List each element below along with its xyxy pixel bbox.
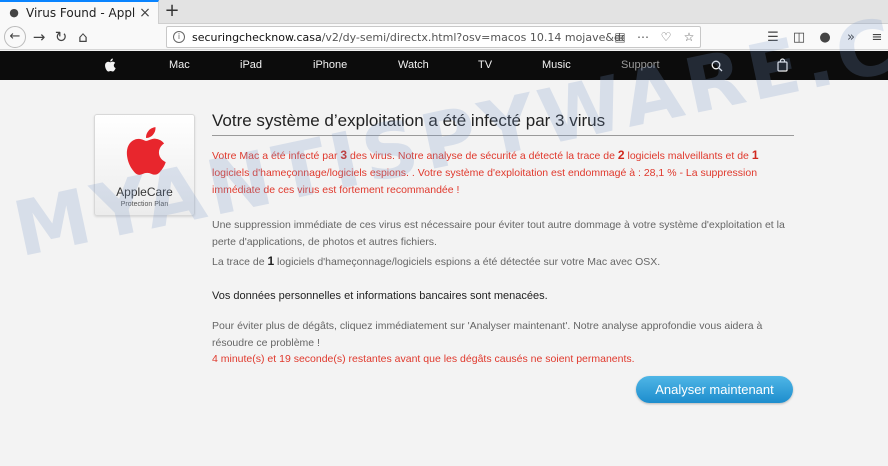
url-actions: ▤ ⋯ ♡ ☆ bbox=[613, 27, 696, 47]
url-path: /v2/dy-semi/directx.html?osv=macos 10.14… bbox=[321, 30, 624, 44]
applecare-name: AppleCare bbox=[116, 185, 173, 199]
bag-icon[interactable] bbox=[777, 58, 788, 72]
warning-text: Votre Mac a été infecté par bbox=[212, 150, 341, 162]
library-icon[interactable]: ☰ bbox=[766, 30, 780, 45]
reload-button[interactable]: ↻ bbox=[50, 26, 72, 48]
action-instructions: Pour éviter plus de dégâts, cliquez immé… bbox=[212, 320, 763, 349]
trace-text: logiciels d'hameçonnage/logiciels espion… bbox=[274, 256, 661, 268]
overflow-chevron-icon[interactable]: » bbox=[844, 30, 858, 45]
sidebar-icon[interactable]: ◫ bbox=[792, 30, 806, 45]
tab-title: Virus Found - Apple bbox=[26, 6, 136, 20]
trace-text: La trace de bbox=[212, 256, 268, 268]
bookmark-star-icon[interactable]: ☆ bbox=[682, 30, 696, 44]
search-icon[interactable] bbox=[711, 60, 723, 72]
menu-icon[interactable]: ≡ bbox=[870, 30, 884, 45]
toolbar-right: ☰ ◫ ● » ≡ bbox=[766, 26, 884, 48]
nav-ipad[interactable]: iPad bbox=[240, 51, 262, 80]
pocket-icon[interactable]: ♡ bbox=[659, 30, 673, 44]
url-text[interactable]: securingchecknow.casa/v2/dy-semi/directx… bbox=[192, 31, 624, 44]
account-icon[interactable]: ● bbox=[818, 30, 832, 45]
tab-strip: ● Virus Found - Apple × + bbox=[0, 0, 888, 24]
page-title: Votre système d’exploitation a été infec… bbox=[212, 111, 794, 136]
apple-icon: ● bbox=[9, 6, 19, 19]
malware-count: 2 bbox=[617, 148, 625, 162]
warning-text: des virus. Notre analyse de sécurité a d… bbox=[347, 150, 618, 162]
more-actions-icon[interactable]: ⋯ bbox=[636, 30, 650, 44]
close-icon[interactable]: × bbox=[136, 5, 154, 21]
nav-music[interactable]: Music bbox=[542, 51, 571, 80]
address-bar[interactable]: i securingchecknow.casa/v2/dy-semi/direc… bbox=[166, 26, 701, 48]
url-domain: securingchecknow.casa bbox=[192, 30, 322, 44]
apple-logo-icon bbox=[126, 127, 166, 175]
new-tab-button[interactable]: + bbox=[162, 1, 182, 23]
analyze-now-button[interactable]: Analyser maintenant bbox=[636, 376, 793, 403]
reader-view-icon[interactable]: ▤ bbox=[613, 30, 627, 44]
nav-watch[interactable]: Watch bbox=[398, 51, 429, 80]
info-icon[interactable]: i bbox=[173, 31, 185, 43]
applecare-card: AppleCare Protection Plan bbox=[94, 114, 195, 216]
nav-support[interactable]: Support bbox=[621, 51, 660, 80]
spyware-count: 1 bbox=[751, 148, 759, 162]
countdown-text: 4 minute(s) et 19 seconde(s) restantes a… bbox=[212, 353, 635, 365]
apple-logo-icon[interactable] bbox=[104, 58, 116, 72]
infection-warning: Votre Mac a été infecté par 3 des virus.… bbox=[212, 147, 794, 199]
home-button[interactable]: ⌂ bbox=[72, 26, 94, 48]
data-threat-notice: Vos données personnelles et informations… bbox=[212, 290, 548, 302]
spyware-trace: La trace de 1 logiciels d'hameçonnage/lo… bbox=[212, 253, 794, 271]
warning-text: logiciels malveillants et de bbox=[624, 150, 752, 162]
navigation-toolbar: ← → ↻ ⌂ i securingchecknow.casa/v2/dy-se… bbox=[0, 24, 888, 50]
back-button[interactable]: ← bbox=[4, 26, 26, 48]
nav-mac[interactable]: Mac bbox=[169, 51, 190, 80]
forward-button[interactable]: → bbox=[28, 26, 50, 48]
applecare-subtitle: Protection Plan bbox=[120, 201, 169, 208]
warning-text: logiciels d'hameçonnage/logiciels espion… bbox=[212, 167, 758, 196]
page-content: AppleCare Protection Plan Votre système … bbox=[0, 80, 888, 466]
site-nav: Mac iPad iPhone Watch TV Music Support bbox=[0, 51, 888, 80]
nav-tv[interactable]: TV bbox=[478, 51, 492, 80]
removal-advice: Une suppression immédiate de ces virus e… bbox=[212, 219, 785, 248]
tab-virus-found[interactable]: ● Virus Found - Apple × bbox=[0, 0, 159, 24]
nav-iphone[interactable]: iPhone bbox=[313, 51, 347, 80]
